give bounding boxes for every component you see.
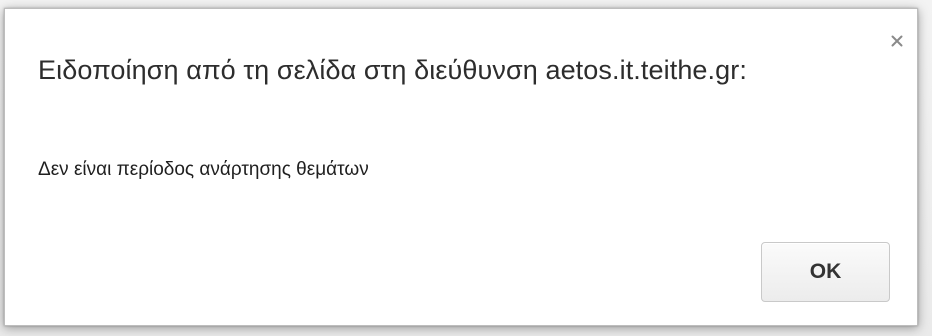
alert-dialog: Ειδοποίηση από τη σελίδα στη διεύθυνση a… <box>4 8 918 326</box>
close-icon <box>891 35 903 47</box>
background: Ειδοποίηση από τη σελίδα στη διεύθυνση a… <box>0 0 932 336</box>
dialog-title: Ειδοποίηση από τη σελίδα στη διεύθυνση a… <box>38 55 747 85</box>
dialog-message: Δεν είναι περίοδος ανάρτησης θεμάτων <box>38 159 369 180</box>
close-button[interactable] <box>887 31 907 51</box>
ok-button[interactable]: OK <box>761 242 890 302</box>
